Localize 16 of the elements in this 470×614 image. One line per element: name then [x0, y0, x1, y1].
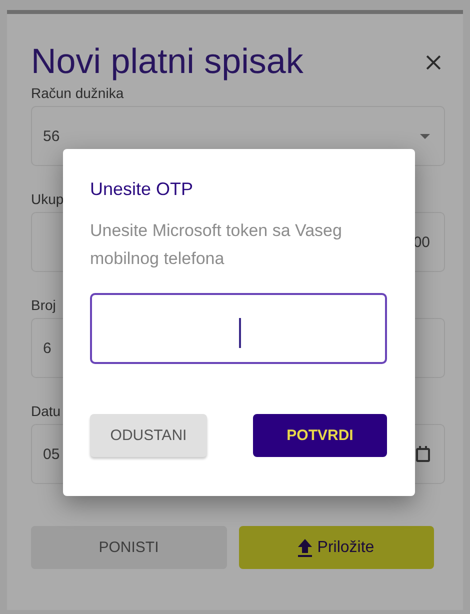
field-label: Ukup	[31, 190, 64, 208]
cancel-button[interactable]: PONISTI	[31, 526, 226, 569]
field-label: Račun dužnika	[31, 84, 124, 102]
close-icon[interactable]	[426, 54, 441, 70]
calendar-icon	[416, 446, 430, 462]
caret-icon	[420, 134, 430, 138]
confirm-button[interactable]: POTVRDI	[253, 414, 387, 457]
cancel-button[interactable]: ODUSTANI	[90, 414, 207, 457]
upload-button[interactable]: Priložite	[238, 526, 434, 569]
upload-icon	[298, 538, 312, 556]
otp-input-field[interactable]	[90, 293, 387, 364]
dialog-message: Unesite Microsoft token sa Vaseg mobilnog telefona	[90, 220, 343, 270]
field-label: Datu	[31, 402, 61, 420]
dialog-title: Unesite OTP	[90, 178, 194, 201]
field-label: Broj	[31, 296, 56, 314]
form-title: Novi platni spisak	[31, 41, 304, 83]
